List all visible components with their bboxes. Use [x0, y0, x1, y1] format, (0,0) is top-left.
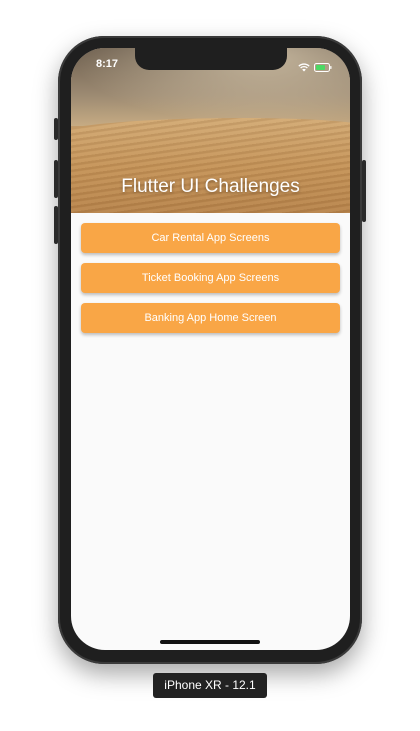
app-screen: Flutter UI Challenges 8:17 Car Rental Ap… [71, 48, 350, 650]
home-indicator[interactable] [160, 640, 260, 644]
volume-down-button [54, 206, 58, 244]
desert-dune [71, 118, 350, 213]
device-label: iPhone XR - 12.1 [153, 673, 267, 698]
device-notch [135, 48, 287, 70]
mute-switch [54, 118, 58, 140]
status-icons [298, 59, 332, 77]
wifi-icon [298, 59, 310, 77]
page-title: Flutter UI Challenges [121, 176, 300, 197]
power-button [362, 160, 366, 222]
battery-icon [314, 59, 332, 77]
ticket-booking-button[interactable]: Ticket Booking App Screens [81, 263, 340, 293]
car-rental-button[interactable]: Car Rental App Screens [81, 223, 340, 253]
volume-up-button [54, 160, 58, 198]
button-list: Car Rental App Screens Ticket Booking Ap… [81, 223, 340, 343]
simulator-stage: Flutter UI Challenges 8:17 Car Rental Ap… [0, 0, 420, 731]
status-time: 8:17 [96, 58, 119, 70]
banking-app-button[interactable]: Banking App Home Screen [81, 303, 340, 333]
